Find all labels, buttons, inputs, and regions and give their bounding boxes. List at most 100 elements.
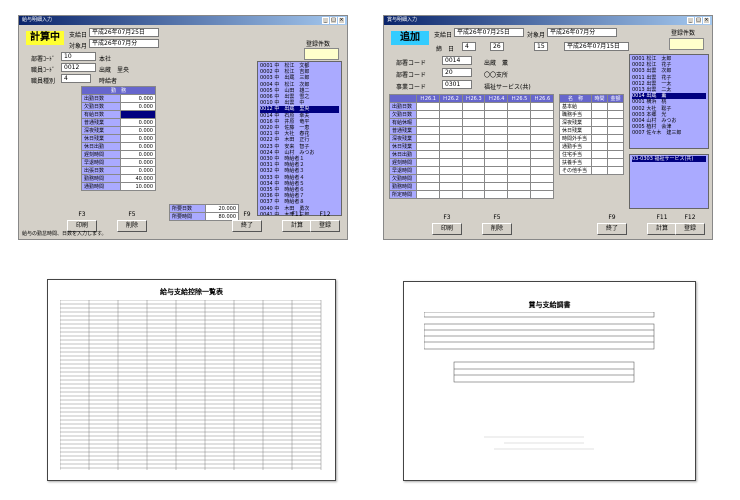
row-value-input[interactable]: 10.000 (119, 182, 157, 191)
fkey-button[interactable]: 計算 (647, 223, 677, 235)
maximize-icon[interactable]: □ (695, 17, 702, 24)
period-date-field[interactable]: 平成26年07月15日 (564, 42, 629, 51)
grid-cell[interactable] (461, 102, 486, 111)
grid-cell[interactable] (461, 142, 486, 151)
grid-cell[interactable] (507, 118, 532, 127)
close-icon[interactable]: × (703, 17, 710, 24)
row-value-input[interactable]: 0.000 (119, 150, 157, 159)
pay-date-field[interactable]: 平成26年07月25日 (89, 28, 159, 37)
fkey-button[interactable]: 削除 (482, 223, 512, 235)
grid-cell[interactable] (507, 190, 532, 199)
pay-date-field[interactable]: 平成26年07月25日 (454, 28, 524, 37)
minimize-icon[interactable]: _ (322, 17, 329, 24)
side-cell[interactable] (606, 110, 625, 119)
grid-cell[interactable] (484, 110, 509, 119)
grid-cell[interactable] (484, 150, 509, 159)
emp-code-input[interactable]: 0012 (61, 63, 96, 72)
grid-cell[interactable] (507, 158, 532, 167)
grid-cell[interactable] (416, 166, 440, 175)
grid-cell[interactable] (438, 182, 463, 191)
office-list[interactable]: 03-0303 福祉サービス(共) (629, 154, 709, 209)
grid-cell[interactable] (438, 102, 463, 111)
side-cell[interactable] (590, 142, 608, 151)
grid-cell[interactable] (530, 110, 554, 119)
grid-cell[interactable] (416, 118, 440, 127)
grid-cell[interactable] (438, 158, 463, 167)
grid-cell[interactable] (438, 150, 463, 159)
list-item[interactable]: 0007 佐々木 建三郎 (632, 130, 706, 136)
grid-cell[interactable] (461, 174, 486, 183)
office-code-input[interactable]: 0301 (442, 80, 472, 89)
grid-cell[interactable] (484, 182, 509, 191)
side-cell[interactable] (606, 166, 625, 175)
dept-code-input[interactable]: 10 (61, 52, 96, 61)
grid-cell[interactable] (530, 182, 554, 191)
grid-cell[interactable] (461, 126, 486, 135)
row-value-input[interactable]: 0.000 (119, 142, 157, 151)
grid-cell[interactable] (416, 190, 440, 199)
side-cell[interactable] (590, 166, 608, 175)
grid-cell[interactable] (461, 110, 486, 119)
minimize-icon[interactable]: _ (687, 17, 694, 24)
grid-cell[interactable] (507, 102, 532, 111)
period-month-input[interactable]: 4 (462, 42, 476, 51)
fkey-button[interactable]: 登録 (675, 223, 705, 235)
grid-cell[interactable] (484, 118, 509, 127)
grid-cell[interactable] (530, 150, 554, 159)
grid-cell[interactable] (416, 158, 440, 167)
row-value-input[interactable]: 0.000 (119, 134, 157, 143)
employee-list[interactable]: 0001 中 松江 文都 0002 中 松江 吉郎 0003 中 出蔵 三郎 0004… (257, 61, 342, 216)
side-cell[interactable] (606, 126, 625, 135)
grid-cell[interactable] (416, 134, 440, 143)
grid-cell[interactable] (484, 142, 509, 151)
grid-cell[interactable] (438, 118, 463, 127)
row-value-input[interactable]: 40.000 (119, 174, 157, 183)
grid-cell[interactable] (507, 134, 532, 143)
grid-cell[interactable] (484, 158, 509, 167)
grid-cell[interactable] (416, 142, 440, 151)
grid-cell[interactable] (416, 182, 440, 191)
grid-cell[interactable] (484, 166, 509, 175)
grid-cell[interactable] (530, 102, 554, 111)
grid-cell[interactable] (507, 126, 532, 135)
side-cell[interactable] (590, 102, 608, 111)
row-value-input[interactable]: 0.000 (119, 126, 157, 135)
side-cell[interactable] (590, 110, 608, 119)
grid-cell[interactable] (461, 118, 486, 127)
fkey-button[interactable]: 印刷 (432, 223, 462, 235)
grid-cell[interactable] (484, 134, 509, 143)
grid-cell[interactable] (416, 174, 440, 183)
grid-cell[interactable] (461, 158, 486, 167)
close-icon[interactable]: × (338, 17, 345, 24)
side-cell[interactable] (606, 102, 625, 111)
row-value-input[interactable]: 0.000 (119, 118, 157, 127)
grid-cell[interactable] (438, 110, 463, 119)
grid-cell[interactable] (530, 174, 554, 183)
grid-cell[interactable] (530, 118, 554, 127)
office-list-item[interactable]: 03-0303 福祉サービス(共) (632, 156, 706, 163)
grid-cell[interactable] (530, 158, 554, 167)
grid-cell[interactable] (507, 182, 532, 191)
grid-cell[interactable] (484, 126, 509, 135)
grid-cell[interactable] (507, 110, 532, 119)
side-cell[interactable] (606, 118, 625, 127)
side-cell[interactable] (590, 134, 608, 143)
grid-cell[interactable] (484, 190, 509, 199)
grid-cell[interactable] (507, 174, 532, 183)
side-cell[interactable] (606, 158, 625, 167)
grid-cell[interactable] (530, 134, 554, 143)
row-value-input[interactable] (119, 110, 157, 119)
grid-cell[interactable] (530, 126, 554, 135)
grid-cell[interactable] (507, 150, 532, 159)
emp-type-input[interactable]: 4 (61, 74, 91, 83)
grid-cell[interactable] (530, 142, 554, 151)
side-cell[interactable] (590, 158, 608, 167)
side-cell[interactable] (590, 126, 608, 135)
period-day-input[interactable]: 15 (534, 42, 548, 51)
side-cell[interactable] (606, 134, 625, 143)
target-month-field[interactable]: 平成26年07月分 (547, 28, 617, 37)
period-year-input[interactable]: 26 (490, 42, 504, 51)
grid-cell[interactable] (438, 166, 463, 175)
grid-cell[interactable] (416, 110, 440, 119)
grid-cell[interactable] (530, 190, 554, 199)
